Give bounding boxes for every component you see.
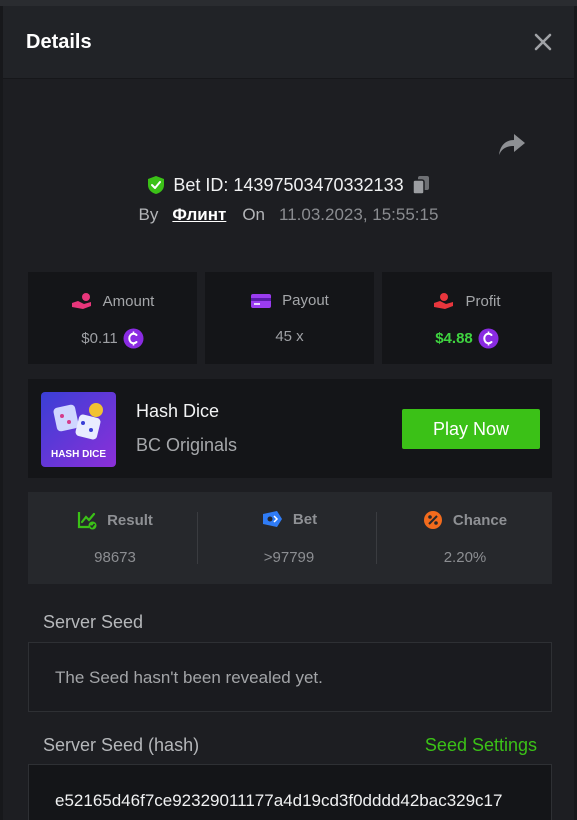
ticket-icon: [262, 511, 282, 527]
share-button[interactable]: [497, 132, 527, 158]
bet-id: Bet ID: 14397503470332133: [173, 174, 404, 195]
payout-label: Payout: [282, 292, 329, 309]
hand-coins-icon: [71, 293, 91, 309]
bet-value: >97799: [263, 549, 315, 566]
bet-meta-row: By Флинт On 11.03.2023, 15:55:15: [3, 203, 574, 227]
on-label: On: [242, 205, 265, 224]
profit-value: $4.88: [435, 330, 473, 347]
modal-title: Details: [26, 31, 92, 53]
divider: [197, 512, 198, 564]
game-card: HASH DICE Hash Dice BC Originals Play No…: [28, 379, 552, 478]
server-seed-hash-label: Server Seed (hash): [43, 735, 200, 755]
share-icon: [499, 134, 525, 155]
chance-label: Chance: [452, 511, 508, 529]
game-thumbnail[interactable]: HASH DICE: [41, 392, 116, 467]
verified-shield-icon: [148, 176, 165, 194]
close-button[interactable]: [529, 28, 557, 56]
profit-card: Profit $4.88: [382, 272, 552, 364]
details-modal: Details Bet ID: 14397503470332133 By Фли…: [3, 6, 574, 820]
bet-date: 11.03.2023, 15:55:15: [279, 205, 439, 224]
bet-id-row: Bet ID: 14397503470332133: [3, 172, 574, 198]
chart-check-icon: [77, 512, 97, 530]
server-seed-value: The Seed hasn't been revealed yet.: [55, 668, 323, 687]
coin-icon: [478, 328, 499, 349]
game-thumbnail-text: HASH DICE: [50, 449, 106, 460]
play-now-button[interactable]: Play Now: [402, 409, 540, 449]
bet-label: Bet: [292, 510, 318, 528]
profit-label: Profit: [465, 292, 501, 310]
close-icon: [534, 33, 552, 51]
percent-icon: [423, 511, 442, 529]
game-provider: BC Originals: [136, 435, 238, 455]
hand-profit-icon: [434, 293, 454, 309]
chance-column: Chance 2.20%: [378, 492, 552, 584]
user-link[interactable]: Флинт: [172, 205, 226, 225]
payout-value: 45 x: [275, 328, 304, 345]
modal-header: Details: [3, 6, 574, 79]
amount-value: $0.11: [81, 330, 118, 347]
result-panel: Result 98673 Bet >97799 Chance 2.20%: [28, 492, 552, 584]
divider: [376, 512, 377, 564]
amount-card: Amount $0.11: [28, 272, 197, 364]
result-value: 98673: [94, 549, 136, 566]
chance-value: 2.20%: [443, 549, 487, 566]
bet-column: Bet >97799: [202, 492, 376, 584]
server-seed-label: Server Seed: [43, 612, 144, 632]
result-column: Result 98673: [28, 492, 202, 584]
result-label: Result: [107, 511, 153, 529]
server-seed-field: The Seed hasn't been revealed yet.: [28, 642, 552, 712]
seed-settings-link[interactable]: Seed Settings: [425, 735, 537, 756]
server-seed-hash-field[interactable]: e52165d46f7ce92329011177a4d19cd3f0dddd42…: [28, 764, 552, 820]
card-icon: [251, 293, 272, 308]
payout-card: Payout 45 x: [205, 272, 374, 364]
amount-label: Amount: [102, 292, 155, 310]
server-seed-hash-value: e52165d46f7ce92329011177a4d19cd3f0dddd42…: [55, 791, 503, 810]
copy-icon[interactable]: [411, 175, 430, 195]
coin-icon: [123, 328, 144, 349]
by-label: By: [138, 205, 159, 224]
game-name: Hash Dice: [136, 401, 220, 421]
